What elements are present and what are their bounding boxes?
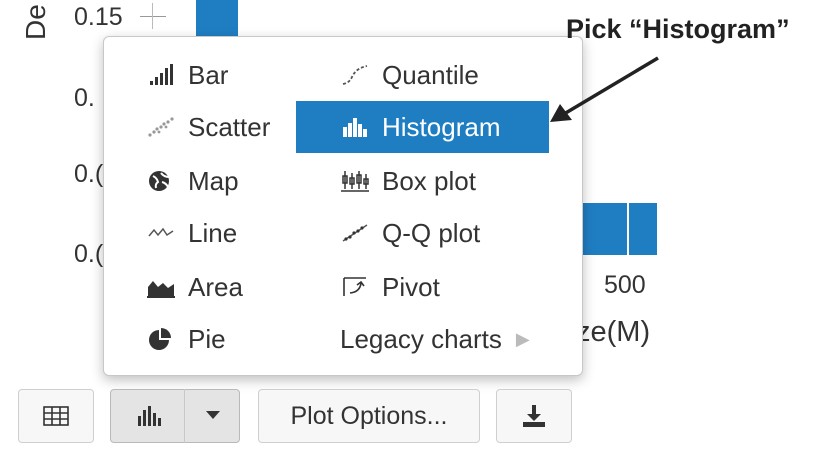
menu-item-label: Legacy charts	[340, 323, 502, 354]
menu-item-label: Pie	[188, 323, 226, 354]
histogram-bar	[581, 203, 657, 255]
menu-item-label: Histogram	[382, 111, 501, 142]
bar-divider	[627, 203, 629, 255]
download-icon	[521, 404, 547, 428]
globe-icon	[146, 169, 176, 193]
menu-item-map[interactable]: Map	[146, 155, 239, 207]
chart-type-dropdown-toggle[interactable]	[185, 389, 240, 443]
menu-item-pie[interactable]: Pie	[146, 313, 226, 365]
menu-item-pivot[interactable]: Pivot	[340, 261, 440, 313]
quantile-icon	[340, 63, 370, 87]
menu-item-label: Map	[188, 165, 239, 196]
menu-item-histogram[interactable]: Histogram	[296, 101, 549, 153]
qq-plot-icon	[340, 221, 370, 245]
scatter-icon	[146, 115, 176, 139]
chart-type-menu: Bar Scatter Map Line Area Pie Quantile H…	[103, 36, 583, 376]
bar-chart-icon	[146, 63, 176, 87]
menu-item-bar[interactable]: Bar	[146, 49, 228, 101]
plot-options-button[interactable]: Plot Options...	[258, 389, 480, 443]
y-tick-label: 0.	[74, 84, 95, 112]
menu-item-label: Pivot	[382, 271, 440, 302]
y-axis-label: De	[20, 4, 51, 40]
menu-item-box-plot[interactable]: Box plot	[340, 155, 476, 207]
histogram-bar	[196, 0, 238, 36]
menu-item-label: Line	[188, 217, 238, 248]
caret-down-icon	[205, 407, 221, 425]
menu-item-scatter[interactable]: Scatter	[146, 101, 270, 153]
menu-item-line[interactable]: Line	[146, 207, 237, 259]
menu-item-label: Area	[188, 271, 243, 302]
menu-item-area[interactable]: Area	[146, 261, 243, 313]
y-tick-label: 0.15	[74, 3, 123, 31]
line-chart-icon	[146, 221, 176, 245]
y-tick-label: 0.(	[74, 160, 104, 188]
table-icon	[43, 406, 69, 426]
menu-item-label: Scatter	[188, 111, 271, 142]
area-chart-icon	[146, 275, 176, 299]
y-tick-mark	[140, 16, 166, 17]
x-tick-label: 500	[604, 271, 646, 299]
y-tick-label: 0.(	[74, 240, 104, 268]
download-button[interactable]	[496, 389, 572, 443]
table-view-button[interactable]	[18, 389, 94, 443]
histogram-icon	[340, 115, 370, 139]
chevron-right-icon: ▶	[515, 328, 530, 349]
annotation-callout: Pick “Histogram”	[566, 14, 790, 44]
box-plot-icon	[340, 169, 370, 193]
menu-item-legacy-charts[interactable]: Legacy charts ▶	[340, 313, 530, 365]
menu-item-label: Bar	[188, 59, 229, 90]
menu-item-label: Box plot	[382, 165, 476, 196]
pivot-icon	[340, 275, 370, 299]
bar-chart-icon	[135, 404, 165, 428]
x-axis-label: ze(M)	[576, 316, 651, 348]
menu-item-label: Q-Q plot	[382, 217, 481, 248]
menu-item-label: Quantile	[382, 59, 479, 90]
menu-item-quantile[interactable]: Quantile	[340, 49, 479, 101]
menu-item-qq-plot[interactable]: Q-Q plot	[340, 207, 480, 259]
annotation-arrow	[550, 56, 659, 122]
y-axis-line	[152, 3, 153, 29]
pie-chart-icon	[146, 327, 176, 351]
